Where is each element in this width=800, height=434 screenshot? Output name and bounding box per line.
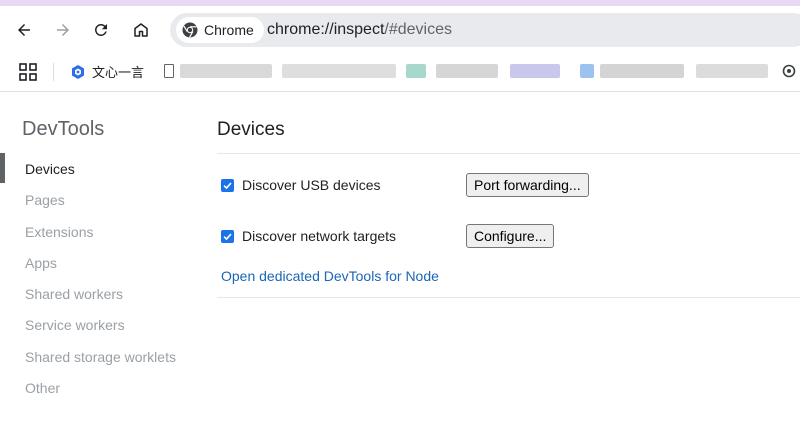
back-button[interactable] xyxy=(12,18,36,42)
active-indicator xyxy=(0,153,5,183)
title-divider xyxy=(217,153,800,154)
url-path: /#devices xyxy=(384,21,452,38)
site-chip-label: Chrome xyxy=(204,22,254,38)
forward-button[interactable] xyxy=(51,18,75,42)
checkbox-check-icon xyxy=(223,182,232,189)
blurred-bookmark[interactable] xyxy=(180,64,272,78)
sidebar-item-devices[interactable]: Devices xyxy=(25,161,75,177)
url-text[interactable]: chrome://inspect/#devices xyxy=(267,21,452,39)
discover-network-row: Discover network targets xyxy=(221,228,396,244)
chrome-logo-icon xyxy=(182,22,198,38)
extension-icon[interactable] xyxy=(782,64,796,78)
discover-usb-checkbox[interactable] xyxy=(221,178,234,192)
home-button[interactable] xyxy=(129,18,153,42)
discover-network-checkbox[interactable] xyxy=(221,229,234,243)
blurred-bookmark-icon[interactable] xyxy=(406,64,426,78)
blurred-bookmark[interactable] xyxy=(600,64,684,78)
bookmark-label: 文心一言 xyxy=(92,65,145,80)
blurred-bookmark-icon[interactable] xyxy=(580,64,594,78)
bookmarks-separator xyxy=(53,63,54,81)
devtools-sidebar: DevTools Devices Pages Extensions Apps S… xyxy=(0,92,200,434)
sidebar-item-extensions[interactable]: Extensions xyxy=(25,224,93,240)
page-title: Devices xyxy=(217,119,285,140)
section-divider xyxy=(217,297,800,298)
open-node-devtools-link[interactable]: Open dedicated DevTools for Node xyxy=(221,268,439,284)
discover-usb-row: Discover USB devices xyxy=(221,177,381,193)
back-arrow-icon xyxy=(18,24,30,36)
sidebar-item-other[interactable]: Other xyxy=(25,380,60,396)
discover-network-label[interactable]: Discover network targets xyxy=(242,228,396,244)
sidebar-item-pages[interactable]: Pages xyxy=(25,192,65,208)
sidebar-item-shared-storage-worklets[interactable]: Shared storage worklets xyxy=(25,349,176,365)
document-icon[interactable] xyxy=(164,64,174,78)
reload-button[interactable] xyxy=(89,18,113,42)
bookmarks-bar: 文心一言 xyxy=(0,54,800,90)
sidebar-item-service-workers[interactable]: Service workers xyxy=(25,317,125,333)
sidebar-title: DevTools xyxy=(22,118,105,140)
ernie-bot-icon xyxy=(72,64,84,79)
apps-grid-icon[interactable] xyxy=(19,63,37,81)
checkbox-check-icon xyxy=(223,233,232,240)
blurred-bookmark[interactable] xyxy=(436,64,498,78)
site-chip[interactable]: Chrome xyxy=(176,17,264,43)
blurred-bookmark[interactable] xyxy=(510,64,560,78)
sidebar-item-apps[interactable]: Apps xyxy=(25,255,57,271)
forward-arrow-icon xyxy=(57,24,69,36)
blurred-bookmark[interactable] xyxy=(696,64,768,78)
port-forwarding-button[interactable]: Port forwarding... xyxy=(466,173,589,197)
discover-usb-label[interactable]: Discover USB devices xyxy=(242,177,381,193)
bookmark-ernie-bot[interactable]: 文心一言 xyxy=(70,62,144,81)
blurred-bookmark[interactable] xyxy=(282,64,396,78)
configure-button[interactable]: Configure... xyxy=(466,224,555,248)
address-bar[interactable]: Chrome chrome://inspect/#devices xyxy=(170,13,800,47)
sidebar-item-shared-workers[interactable]: Shared workers xyxy=(25,286,123,302)
home-icon xyxy=(134,23,148,37)
browser-toolbar: Chrome chrome://inspect/#devices xyxy=(0,6,800,54)
reload-icon xyxy=(94,23,107,36)
url-host: chrome://inspect xyxy=(267,21,385,38)
